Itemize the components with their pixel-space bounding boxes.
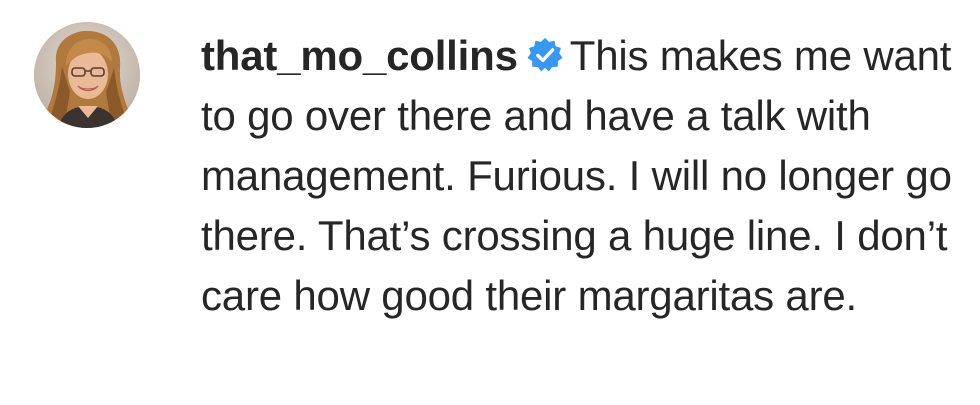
avatar[interactable]: [34, 22, 140, 128]
comment-body: that_mo_collins This makes me want to go…: [201, 26, 961, 326]
comment: that_mo_collins This makes me want to go…: [0, 0, 980, 405]
username-link[interactable]: that_mo_collins: [201, 32, 518, 79]
verified-badge-icon: [526, 36, 564, 74]
profile-photo-icon: [34, 22, 140, 128]
